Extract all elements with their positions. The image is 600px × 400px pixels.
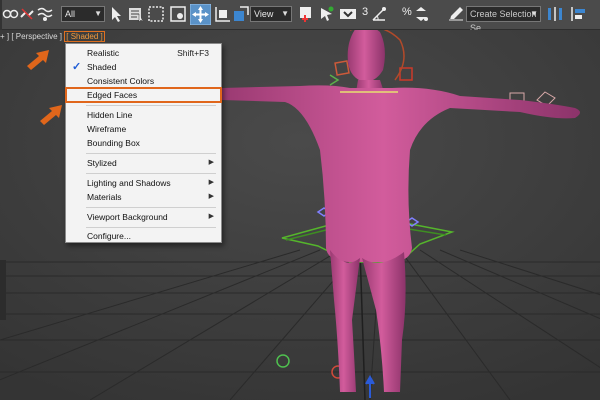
- select-object-icon[interactable]: [108, 5, 126, 23]
- viewport-border: [0, 260, 6, 320]
- submenu-arrow-icon: ▶: [208, 159, 214, 166]
- edit-named-selections-icon[interactable]: [447, 5, 465, 23]
- rect-select-region-icon[interactable]: [147, 5, 165, 23]
- menu-divider: [86, 173, 216, 174]
- viewport-pov-label[interactable]: + ] [ Perspective ]: [0, 32, 64, 41]
- align-icon[interactable]: [570, 5, 588, 23]
- unlink-icon[interactable]: [18, 5, 36, 23]
- coord-system-value: View: [254, 9, 274, 19]
- menu-divider: [86, 153, 216, 154]
- submenu-arrow-icon: ▶: [208, 179, 214, 186]
- submenu-arrow-icon: ▶: [208, 193, 214, 200]
- menu-item-label: Hidden Line: [87, 110, 133, 120]
- menu-item-configure[interactable]: Configure...: [66, 229, 221, 243]
- menu-item-label: Consistent Colors: [87, 76, 155, 86]
- viewport-shading-menu: Realistic Shift+F3 ✓ Shaded Consistent C…: [65, 43, 222, 243]
- menu-item-shaded[interactable]: ✓ Shaded: [66, 60, 221, 74]
- menu-item-consistent-colors[interactable]: Consistent Colors: [66, 74, 221, 88]
- select-scale-icon[interactable]: [232, 5, 250, 23]
- window-crossing-icon[interactable]: [169, 5, 187, 23]
- selection-filter-dropdown[interactable]: All ▼: [61, 6, 105, 22]
- reference-coord-dropdown[interactable]: View ▼: [250, 6, 292, 22]
- main-toolbar: All ▼ View ▼ 3 % Create Selection Se ▼: [0, 0, 600, 33]
- spinner-snap-icon[interactable]: [412, 5, 430, 23]
- viewport-shading-label[interactable]: [ Shaded ]: [64, 31, 105, 42]
- menu-item-shortcut: Shift+F3: [177, 48, 209, 58]
- submenu-arrow-icon: ▶: [208, 213, 214, 220]
- menu-item-lighting-and-shadows[interactable]: Lighting and Shadows ▶: [66, 176, 221, 190]
- mirror-icon[interactable]: [546, 5, 564, 23]
- selection-filter-value: All: [65, 9, 76, 19]
- chevron-down-icon: ▼: [94, 9, 102, 18]
- bind-space-warp-icon[interactable]: [36, 5, 54, 23]
- snaps-toggle-icon[interactable]: 3: [362, 6, 368, 18]
- keyboard-shortcut-icon[interactable]: [339, 5, 357, 23]
- use-pivot-center-icon[interactable]: [297, 5, 315, 23]
- menu-item-realistic[interactable]: Realistic Shift+F3: [66, 46, 221, 60]
- menu-divider: [86, 105, 216, 106]
- viewport-label[interactable]: + ] [ Perspective ] [ Shaded ]: [0, 31, 105, 43]
- select-manipulate-icon[interactable]: [318, 5, 336, 23]
- check-icon: ✓: [72, 61, 82, 73]
- menu-item-label: Materials: [87, 192, 122, 202]
- snap-angle-label: 3: [362, 6, 369, 18]
- menu-item-stylized[interactable]: Stylized ▶: [66, 156, 221, 170]
- menu-item-edged-faces[interactable]: Edged Faces: [65, 87, 222, 103]
- select-scale-icon[interactable]: [214, 5, 232, 23]
- select-by-name-icon[interactable]: [127, 5, 145, 23]
- menu-item-materials[interactable]: Materials ▶: [66, 190, 221, 204]
- percent-snap-icon[interactable]: %: [402, 6, 412, 18]
- menu-item-label: Stylized: [87, 158, 117, 168]
- annotation-arrow-icon: [40, 105, 62, 125]
- chevron-down-icon: ▼: [530, 9, 538, 18]
- menu-item-label: Realistic: [87, 48, 120, 58]
- snap-percent-label: %: [402, 6, 412, 18]
- named-selection-dropdown[interactable]: Create Selection Se ▼: [466, 6, 541, 33]
- menu-item-wireframe[interactable]: Wireframe: [66, 122, 221, 136]
- menu-item-label: Wireframe: [87, 124, 127, 134]
- menu-divider: [86, 227, 216, 228]
- annotation-arrow-icon: [27, 50, 49, 70]
- select-move-icon[interactable]: [190, 4, 211, 25]
- menu-item-bounding-box[interactable]: Bounding Box: [66, 136, 221, 150]
- menu-item-label: Viewport Background: [87, 212, 168, 222]
- menu-divider: [86, 207, 216, 208]
- menu-item-hidden-line[interactable]: Hidden Line: [66, 108, 221, 122]
- menu-item-label: Edged Faces: [87, 90, 138, 100]
- menu-item-label: Configure...: [87, 231, 131, 241]
- menu-item-label: Shaded: [87, 62, 117, 72]
- menu-item-label: Bounding Box: [87, 138, 140, 148]
- menu-item-label: Lighting and Shadows: [87, 178, 171, 188]
- chevron-down-icon: ▼: [281, 9, 289, 18]
- angle-snap-icon[interactable]: [370, 5, 388, 23]
- menu-item-viewport-background[interactable]: Viewport Background ▶: [66, 210, 221, 224]
